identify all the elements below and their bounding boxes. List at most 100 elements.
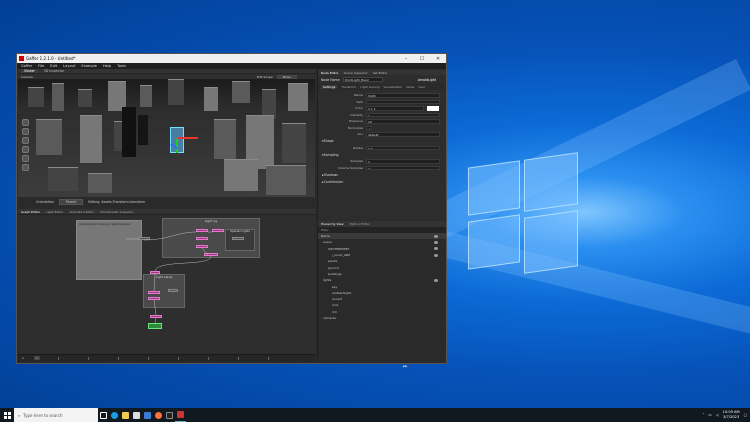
gaffer-logo-icon — [19, 56, 24, 61]
gaffer-taskbar-icon[interactable] — [175, 408, 186, 422]
graph-connections — [126, 231, 212, 324]
window-title: Gaffer 1.2.1.0 - Untitled* — [26, 56, 76, 61]
menu-layout[interactable]: Layout — [63, 64, 75, 68]
close-button[interactable]: ✕ — [430, 56, 446, 62]
start-button[interactable] — [0, 408, 14, 422]
menu-edit[interactable]: Edit — [50, 64, 57, 68]
node-name-label: Node Name — [321, 77, 340, 82]
volume-icon[interactable]: ◁ — [716, 413, 719, 417]
translate-tool-icon[interactable] — [22, 128, 29, 135]
orientation-dropdown[interactable]: Parent — [59, 199, 84, 205]
viewer-tools — [22, 119, 30, 171]
section-shape[interactable]: ▾ Shape — [318, 138, 446, 145]
select-tool-icon[interactable] — [22, 119, 29, 126]
menu-example[interactable]: Example — [81, 64, 97, 68]
maximize-button[interactable]: ☐ — [414, 56, 430, 62]
volume-samples-field[interactable]: 2 — [366, 165, 440, 170]
node-editor-panel[interactable]: Node Editor Scene Inspector Set Editor N… — [317, 70, 446, 220]
scale-tool-icon[interactable] — [22, 146, 29, 153]
clock[interactable]: 10:09 AM 3/7/2023 — [723, 410, 740, 419]
visibility-icon[interactable] — [434, 278, 438, 282]
camera-tool-icon[interactable] — [22, 155, 29, 162]
hierarchy-panel[interactable]: Hierarchy View Python Editor Filter... N… — [317, 221, 446, 363]
light-beam — [412, 58, 750, 248]
rotate-tool-icon[interactable] — [22, 137, 29, 144]
tab-node-editor[interactable]: Node Editor — [321, 71, 339, 75]
timeline[interactable]: 1 1 ◀◀ ▶ ▶▶ 100 — [18, 354, 434, 368]
tab-set-editor[interactable]: Set Editor — [373, 71, 388, 75]
tab-viewer[interactable]: Viewer — [21, 69, 38, 73]
menu-help[interactable]: Help — [103, 64, 111, 68]
samples-field[interactable]: 1 — [366, 159, 440, 164]
title-bar[interactable]: Gaffer 1.2.1.0 - Untitled* – ☐ ✕ — [17, 54, 446, 63]
character-model — [122, 107, 136, 157]
taskbar: ⌕ Type here to search ˄ ▭ ◁ 10:09 AM 3/7… — [0, 408, 750, 422]
windows-start-icon — [3, 411, 11, 419]
node-name-field[interactable]: PointLight_Basic — [342, 77, 383, 82]
intensity-field[interactable]: 1 — [366, 112, 440, 117]
color-swatch[interactable] — [427, 105, 439, 111]
notification-icon[interactable]: ▢ — [744, 413, 747, 417]
tab-hierarchy-view[interactable]: Hierarchy View — [321, 222, 344, 226]
exposure-field[interactable]: 10 — [366, 119, 440, 124]
radius-field[interactable]: 0.5 — [366, 145, 440, 150]
editing-status: Editing: Assets.Transform.transform — [88, 200, 146, 204]
sets-field[interactable] — [366, 99, 440, 104]
edit-scope-dropdown[interactable]: None — [276, 74, 297, 79]
orientation-label: Orientation — [36, 200, 54, 204]
taskbar-search[interactable]: ⌕ Type here to search — [14, 408, 98, 422]
tab-visualisation[interactable]: Visualisation — [383, 85, 402, 89]
search-placeholder: Type here to search — [23, 412, 63, 418]
tab-transform[interactable]: Transform — [341, 85, 356, 89]
edge-icon[interactable] — [109, 408, 120, 422]
terminal-icon[interactable] — [164, 408, 175, 422]
gaffer-window[interactable]: Gaffer 1.2.1.0 - Untitled* – ☐ ✕ Gaffer … — [16, 53, 447, 368]
color-field[interactable]: 1 1 1 — [366, 106, 424, 111]
light-beam — [416, 225, 750, 338]
edit-scope-label: Edit Scope — [256, 74, 273, 79]
node-name-row: Node Name PointLight_Basic ArnoldLight — [318, 75, 446, 84]
store-icon[interactable] — [131, 408, 142, 422]
3d-viewport[interactable] — [18, 79, 315, 197]
windows-logo — [468, 152, 578, 280]
tab-light-linking[interactable]: Light Linking — [360, 85, 379, 89]
visibility-icon[interactable] — [434, 253, 438, 257]
current-frame-field[interactable]: 1 — [34, 356, 40, 360]
minimize-button[interactable]: – — [398, 56, 414, 62]
tab-scene-inspector[interactable]: Scene Inspector — [344, 71, 368, 75]
section-sampling[interactable]: ▾ Sampling — [318, 151, 446, 158]
tab-settings[interactable]: Settings — [321, 85, 338, 89]
section-contribution[interactable]: ▸ Contribution — [318, 178, 446, 185]
tab-node[interactable]: Node — [406, 85, 414, 89]
viewer-status-bar: Orientation Parent Editing: Assets.Trans… — [18, 197, 315, 207]
normalize-checkbox[interactable]: ✓ — [366, 125, 372, 130]
section-shadows[interactable]: ▸ Shadows — [318, 171, 446, 178]
graph-editor-panel[interactable]: Graph Editor Light Editor Animation Edit… — [18, 209, 315, 354]
menu-gaffer[interactable]: Gaffer — [21, 64, 32, 68]
visibility-icon[interactable] — [434, 234, 438, 238]
timeline-start[interactable]: 1 — [22, 356, 24, 360]
name-field[interactable]: /light — [366, 93, 440, 98]
tab-user[interactable]: User — [418, 85, 425, 89]
crop-tool-icon[interactable] — [22, 164, 29, 171]
aov-field[interactable]: default — [366, 132, 440, 137]
node-type-label: ArnoldLight — [417, 77, 436, 82]
file-explorer-icon[interactable] — [120, 408, 131, 422]
firefox-icon[interactable] — [153, 408, 164, 422]
task-view-icon[interactable] — [98, 408, 109, 422]
filter-input[interactable]: Filter... — [321, 228, 331, 232]
camera-dropdown[interactable]: Camera — [21, 75, 33, 79]
menu-file[interactable]: File — [38, 64, 44, 68]
tab-3d-inspector[interactable]: 3D Inspector — [44, 69, 64, 73]
network-icon[interactable]: ▭ — [708, 413, 711, 417]
viewer-panel[interactable]: Viewer 3D Inspector Camera Edit Scope No… — [18, 69, 315, 207]
visibility-icon[interactable] — [434, 240, 438, 244]
visibility-icon[interactable] — [434, 247, 438, 251]
search-icon: ⌕ — [18, 412, 21, 418]
tab-python-editor[interactable]: Python Editor — [350, 222, 370, 226]
system-tray: ˄ ▭ ◁ 10:09 AM 3/7/2023 ▢ — [703, 410, 750, 419]
chevron-up-icon[interactable]: ˄ — [703, 413, 705, 417]
mail-icon[interactable] — [142, 408, 153, 422]
tree-row[interactable]: cameras — [318, 315, 446, 321]
menu-tools[interactable]: Tools — [117, 64, 126, 68]
